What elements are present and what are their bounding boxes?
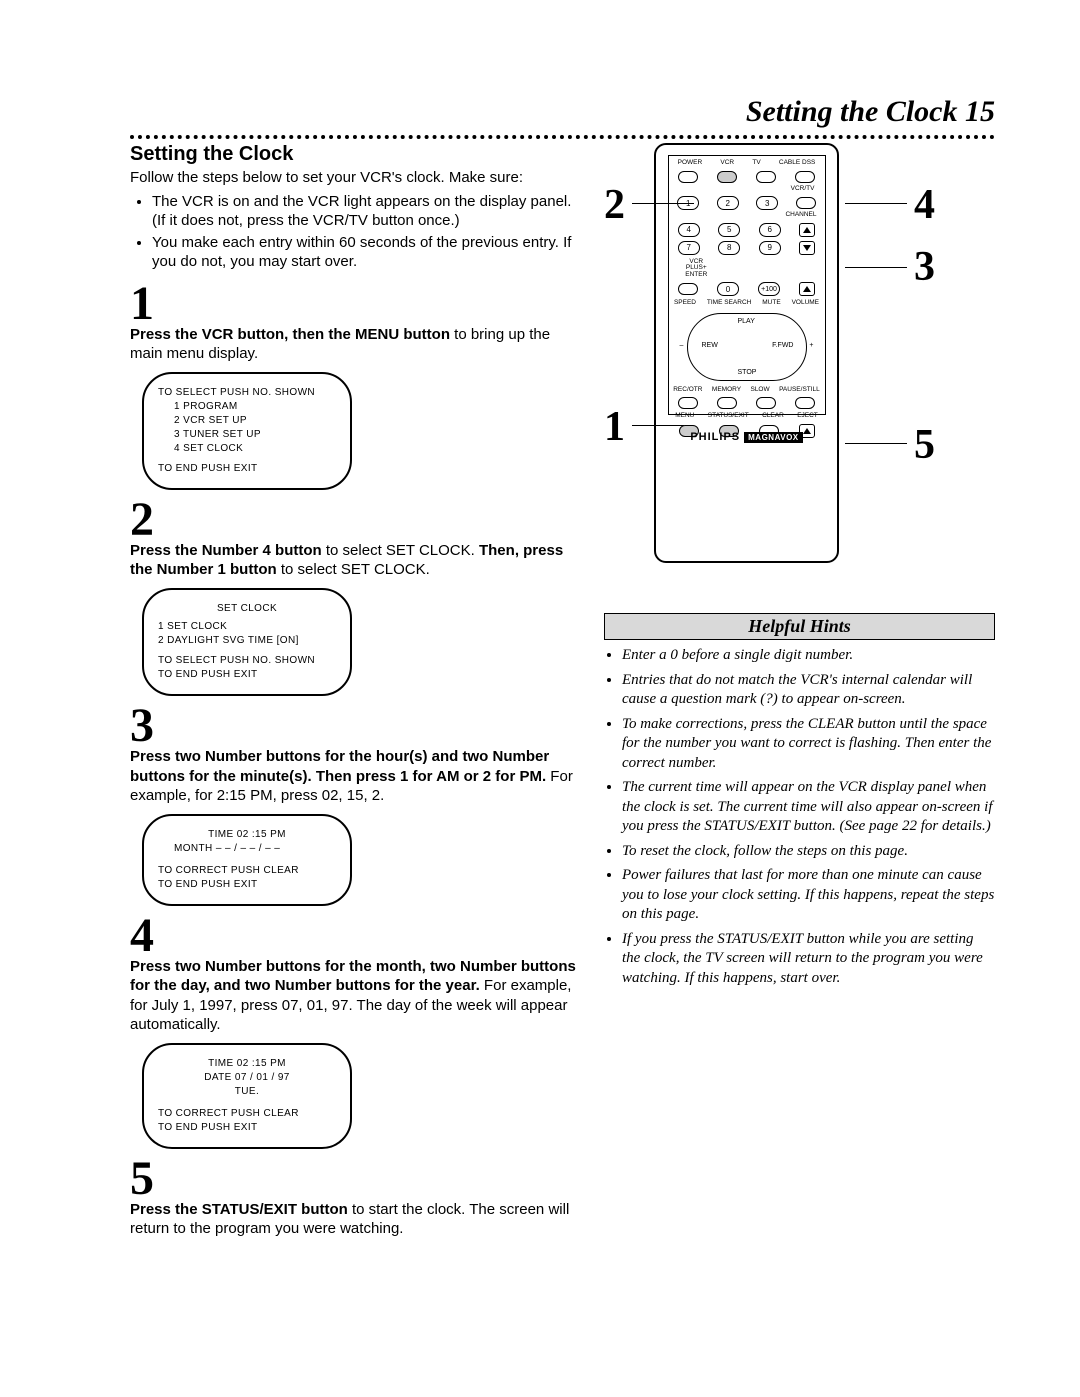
channel-label: CHANNEL (669, 212, 825, 219)
vcr-button[interactable] (717, 171, 737, 183)
left-column: Setting the Clock Follow the steps below… (130, 143, 580, 1247)
num-5-button[interactable]: 5 (718, 223, 740, 237)
transport-dpad[interactable]: PLAY – REW F.FWD + STOP (687, 313, 807, 381)
hint-item: Entries that do not match the VCR's inte… (622, 671, 995, 710)
num-2-button[interactable]: 2 (717, 196, 739, 210)
num-3-button[interactable]: 3 (756, 196, 778, 210)
callout-4-line (845, 203, 907, 204)
hints-title: Helpful Hints (604, 613, 995, 640)
intro-text: Follow the steps below to set your VCR's… (130, 168, 580, 188)
play-label: PLAY (738, 318, 755, 325)
callout-3: 3 (914, 243, 935, 291)
plus100-button[interactable]: +100 (758, 282, 780, 296)
hints-list: Enter a 0 before a single digit number. … (604, 646, 995, 988)
step-number-5: 5 (130, 1157, 580, 1200)
callout-2: 2 (604, 181, 625, 229)
step-number-3: 3 (130, 704, 580, 747)
hint-item: The current time will appear on the VCR … (622, 778, 995, 837)
vcrtv-button[interactable] (796, 197, 816, 209)
osd-main-menu: TO SELECT PUSH NO. SHOWN 1 PROGRAM 2 VCR… (142, 372, 352, 490)
callout-1-line (632, 425, 684, 426)
rec-button[interactable] (678, 397, 698, 409)
page: Setting the Clock 15 Setting the Clock F… (0, 0, 1080, 1297)
bullet: You make each entry within 60 seconds of… (152, 233, 580, 272)
callout-2-line (632, 203, 694, 204)
intro-bullets: The VCR is on and the VCR light appears … (130, 192, 580, 272)
step-3-text: Press two Number buttons for the hour(s)… (130, 747, 580, 806)
power-button[interactable] (678, 171, 698, 183)
callout-3-line (845, 267, 907, 268)
num-4-button[interactable]: 4 (678, 223, 700, 237)
step-number-4: 4 (130, 914, 580, 957)
channel-up-button[interactable] (799, 223, 815, 237)
num-0-button[interactable]: 0 (717, 282, 739, 296)
remote-body: POWER VCR TV CABLE DSS VCR/TV 123 CHANNE… (654, 143, 839, 563)
pause-button[interactable] (795, 397, 815, 409)
num-8-button[interactable]: 8 (718, 241, 740, 255)
remote-row-top: POWER VCR TV CABLE DSS (669, 160, 825, 167)
hint-item: To reset the clock, follow the steps on … (622, 842, 995, 862)
hint-item: To make corrections, press the CLEAR but… (622, 715, 995, 774)
step-4-text: Press two Number buttons for the month, … (130, 957, 580, 1035)
minus-label: – (680, 342, 684, 349)
callout-5-line (845, 443, 907, 444)
section-title: Setting the Clock (130, 143, 580, 166)
vcrtv-label: VCR/TV (669, 186, 825, 193)
step-number-1: 1 (130, 282, 580, 325)
bullet: The VCR is on and the VCR light appears … (152, 192, 580, 231)
memory-button[interactable] (717, 397, 737, 409)
dotted-rule (130, 135, 995, 139)
callout-4: 4 (914, 181, 935, 229)
num-6-button[interactable]: 6 (759, 223, 781, 237)
osd-date-entry: TIME 02 :15 PM DATE 07 / 01 / 97 TUE. TO… (142, 1043, 352, 1149)
step-2-text: Press the Number 4 button to select SET … (130, 541, 580, 580)
hint-item: Power failures that last for more than o… (622, 866, 995, 925)
vcrplus-button[interactable] (678, 283, 698, 295)
step-number-2: 2 (130, 498, 580, 541)
stop-label: STOP (738, 369, 757, 376)
callout-1: 1 (604, 403, 625, 451)
hint-item: Enter a 0 before a single digit number. (622, 646, 995, 666)
plus-label: + (809, 342, 813, 349)
rew-label: REW (702, 342, 718, 349)
cable-button[interactable] (795, 171, 815, 183)
page-header: Setting the Clock 15 (130, 95, 995, 129)
volume-up-button[interactable] (799, 282, 815, 296)
tv-button[interactable] (756, 171, 776, 183)
step-1-text: Press the VCR button, then the MENU butt… (130, 325, 580, 364)
ffwd-label: F.FWD (772, 342, 793, 349)
right-column: POWER VCR TV CABLE DSS VCR/TV 1 2 3 CHANNE… (604, 143, 995, 1247)
callout-5: 5 (914, 421, 935, 469)
hint-item: If you press the STATUS/EXIT button whil… (622, 930, 995, 989)
num-9-button[interactable]: 9 (759, 241, 781, 255)
num-7-button[interactable]: 7 (678, 241, 700, 255)
step-5-text: Press the STATUS/EXIT button to start th… (130, 1200, 580, 1239)
remote-diagram: POWER VCR TV CABLE DSS VCR/TV 1 2 3 CHANNE… (604, 143, 995, 603)
channel-down-button[interactable] (799, 241, 815, 255)
osd-time-entry: TIME 02 :15 PM MONTH – – / – – / – – TO … (142, 814, 352, 906)
osd-set-clock: SET CLOCK 1 SET CLOCK 2 DAYLIGHT SVG TIM… (142, 588, 352, 696)
slow-button[interactable] (756, 397, 776, 409)
